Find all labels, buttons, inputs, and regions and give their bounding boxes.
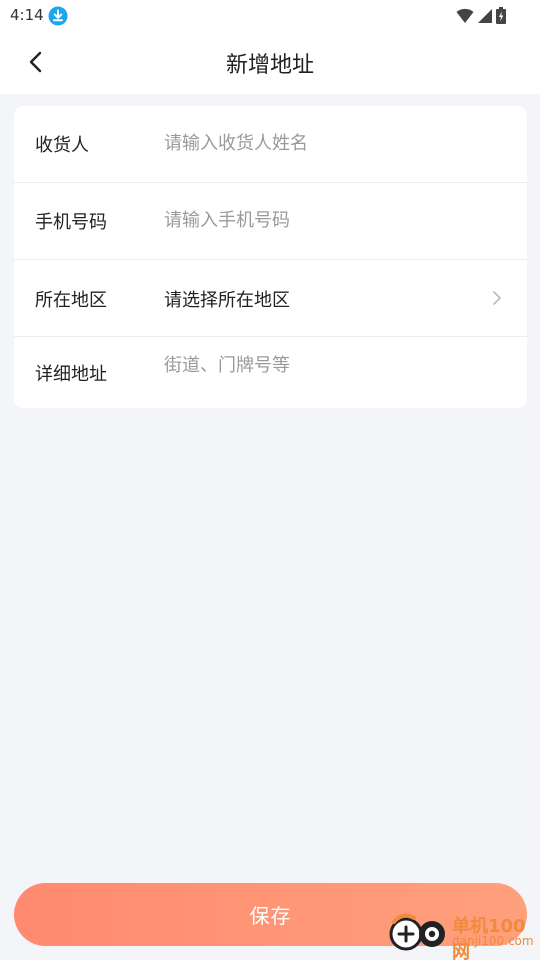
receiver-name-input[interactable]	[164, 128, 494, 158]
site-watermark: 单机100网 danji100.com	[386, 902, 538, 960]
phone-number-input[interactable]	[164, 205, 494, 235]
detail-address-label: 详细地址	[35, 364, 107, 385]
danji100-logo-icon	[389, 913, 445, 951]
status-bar: 4:14	[0, 0, 540, 32]
region-selector[interactable]: 所在地区 请选择所在地区	[14, 260, 527, 337]
status-time: 4:14	[10, 6, 44, 24]
chevron-right-icon	[493, 291, 501, 305]
page-title: 新增地址	[225, 53, 314, 78]
cell-signal-icon	[478, 8, 492, 23]
page-header: 新增地址	[0, 32, 540, 94]
detail-address-input[interactable]	[164, 351, 494, 387]
receiver-row: 收货人	[14, 106, 527, 183]
download-circle-icon	[48, 6, 68, 26]
detail-address-row: 详细地址	[14, 337, 527, 408]
region-value: 请选择所在地区	[164, 290, 290, 311]
battery-charging-icon	[496, 7, 506, 24]
region-label: 所在地区	[35, 290, 107, 311]
phone-label: 手机号码	[35, 212, 107, 233]
receiver-label: 收货人	[35, 135, 89, 156]
phone-row: 手机号码	[14, 183, 527, 260]
status-icons	[456, 7, 506, 24]
watermark-subtitle: danji100.com	[452, 934, 534, 948]
address-form-card: 收货人 手机号码 所在地区 请选择所在地区 详细地址	[14, 106, 527, 408]
wifi-icon	[456, 8, 474, 23]
